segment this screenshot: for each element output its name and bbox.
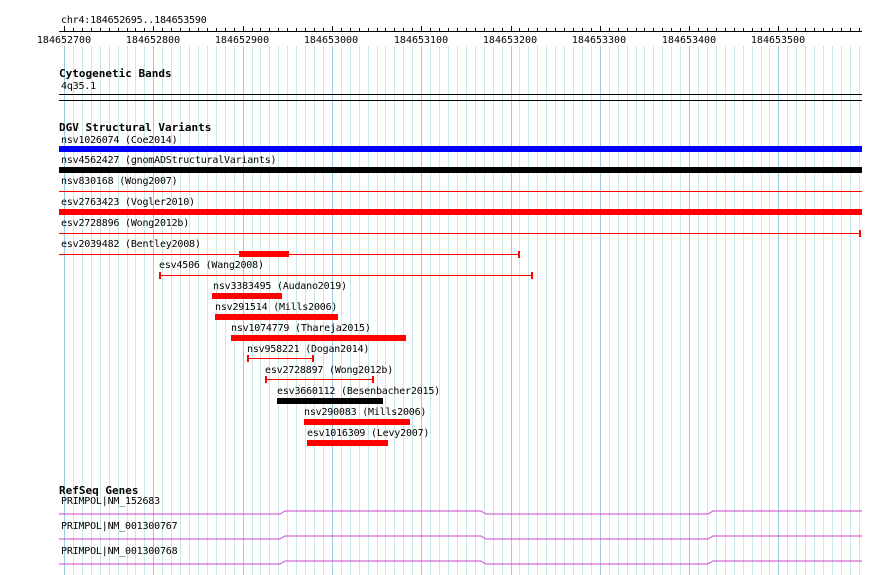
gene-model-line[interactable] [59,510,862,515]
gene-model-line[interactable] [59,535,862,540]
gene-models [59,510,862,565]
gene-model-line[interactable] [59,560,862,565]
